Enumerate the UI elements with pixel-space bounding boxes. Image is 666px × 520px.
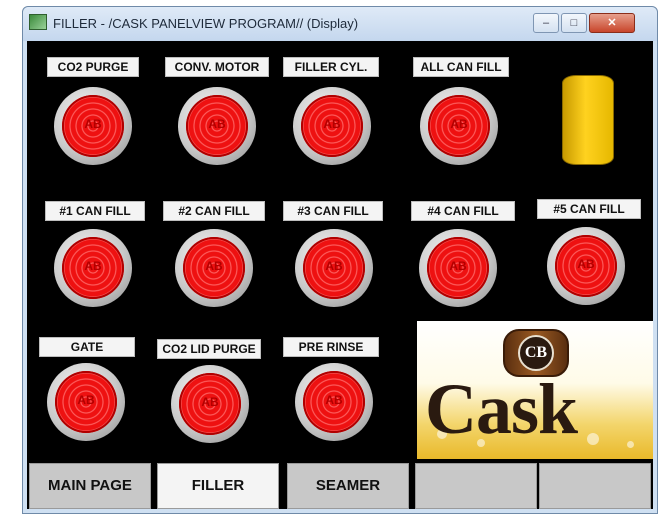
label-can-fill-4: #4 CAN FILL (411, 201, 515, 221)
can-fill-2-button[interactable]: AB (175, 229, 253, 307)
button-ab-text: AB (577, 257, 595, 271)
gate-button[interactable]: AB (47, 363, 125, 441)
co2-purge-button[interactable]: AB (54, 87, 132, 165)
can-indicator-icon (562, 75, 614, 165)
logo-text: Cask (425, 369, 578, 449)
app-icon (29, 14, 47, 30)
bubble-decor (627, 441, 634, 448)
button-ab-text: AB (205, 259, 223, 273)
label-can-fill-1: #1 CAN FILL (45, 201, 145, 221)
button-ab-text: AB (208, 117, 226, 131)
button-ab-text: AB (325, 259, 343, 273)
can-fill-4-button[interactable]: AB (419, 229, 497, 307)
button-ab-text: AB (323, 117, 341, 131)
label-co2-lid-purge: CO2 LID PURGE (157, 339, 261, 359)
filler-cyl-button[interactable]: AB (293, 87, 371, 165)
button-ab-text: AB (450, 117, 468, 131)
can-fill-3-button[interactable]: AB (295, 229, 373, 307)
maximize-button[interactable]: □ (561, 13, 587, 33)
title-bar: FILLER - /CASK PANELVIEW PROGRAM// (Disp… (23, 7, 657, 41)
button-ab-text: AB (325, 393, 343, 407)
label-pre-rinse: PRE RINSE (283, 337, 379, 357)
label-co2-purge: CO2 PURGE (47, 57, 139, 77)
nav-blank-1[interactable] (415, 463, 537, 509)
label-can-fill-2: #2 CAN FILL (163, 201, 265, 221)
nav-filler[interactable]: FILLER (157, 463, 279, 509)
button-ab-text: AB (201, 395, 219, 409)
app-window: FILLER - /CASK PANELVIEW PROGRAM// (Disp… (22, 6, 658, 514)
button-ab-text: AB (84, 259, 102, 273)
bubble-decor (587, 433, 599, 445)
button-ab-text: AB (449, 259, 467, 273)
label-gate: GATE (39, 337, 135, 357)
label-conv-motor: CONV. MOTOR (165, 57, 269, 77)
minimize-button[interactable]: – (533, 13, 559, 33)
button-ab-text: AB (84, 117, 102, 131)
nav-seamer[interactable]: SEAMER (287, 463, 409, 509)
nav-blank-2[interactable] (539, 463, 651, 509)
hmi-display: CO2 PURGE AB CONV. MOTOR AB FILLER CYL. … (27, 41, 653, 509)
label-can-fill-3: #3 CAN FILL (283, 201, 383, 221)
can-fill-5-button[interactable]: AB (547, 227, 625, 305)
pre-rinse-button[interactable]: AB (295, 363, 373, 441)
button-ab-text: AB (77, 393, 95, 407)
window-title: FILLER - /CASK PANELVIEW PROGRAM// (Disp… (53, 16, 359, 31)
co2-lid-purge-button[interactable]: AB (171, 365, 249, 443)
can-fill-1-button[interactable]: AB (54, 229, 132, 307)
close-button[interactable]: ✕ (589, 13, 635, 33)
label-filler-cyl: FILLER CYL. (283, 57, 379, 77)
label-can-fill-5: #5 CAN FILL (537, 199, 641, 219)
nav-main-page[interactable]: MAIN PAGE (29, 463, 151, 509)
logo-badge: CB (518, 335, 554, 371)
label-all-can-fill: ALL CAN FILL (413, 57, 509, 77)
bottom-nav: MAIN PAGE FILLER SEAMER (27, 461, 653, 509)
conv-motor-button[interactable]: AB (178, 87, 256, 165)
cask-logo: CB Cask (417, 321, 653, 459)
all-can-fill-button[interactable]: AB (420, 87, 498, 165)
